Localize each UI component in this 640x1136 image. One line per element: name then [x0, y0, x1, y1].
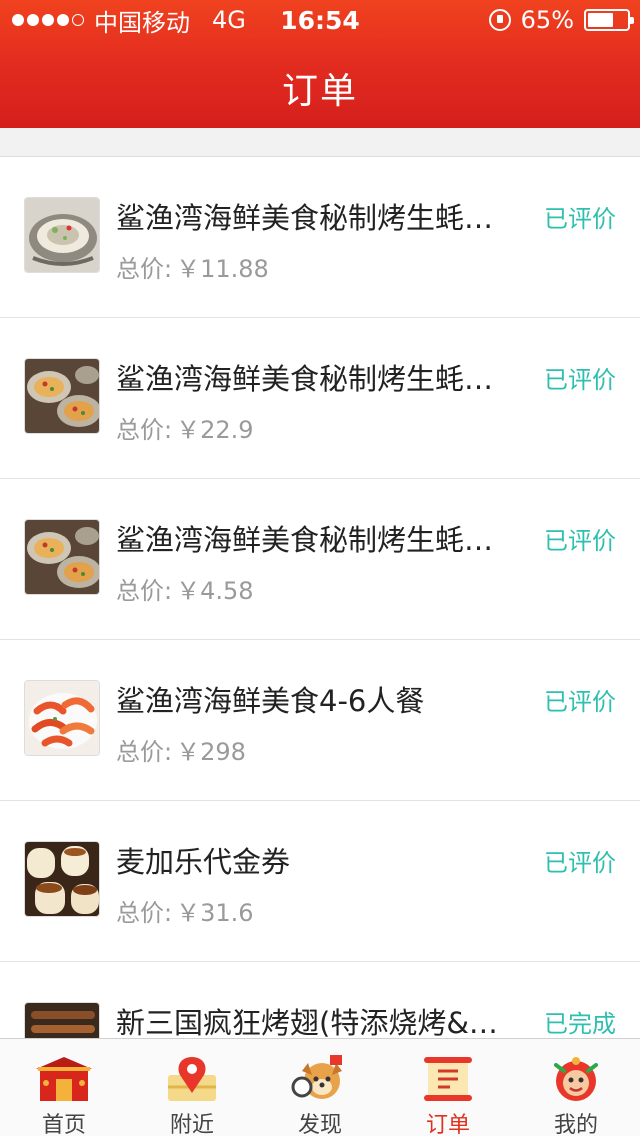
- order-row[interactable]: 新三国疯狂烤翅(特添烧烤&… 已完成: [0, 962, 640, 1038]
- price-label: 总价:: [116, 899, 173, 927]
- order-name[interactable]: 鲨渔湾海鲜美食秘制烤生蚝…: [116, 195, 520, 237]
- order-status-badge: 已评价: [544, 527, 616, 555]
- battery-level: [588, 13, 613, 27]
- order-thumbnail[interactable]: [24, 680, 100, 756]
- tab-scroll-order[interactable]: 订单: [384, 1039, 512, 1136]
- battery-icon: [584, 9, 634, 31]
- price-value: ￥4.58: [176, 577, 254, 605]
- order-price: 总价: ￥31.6: [116, 893, 254, 928]
- price-value: ￥298: [176, 738, 246, 766]
- tab-gate[interactable]: 首页: [0, 1039, 128, 1136]
- battery-percent: 65%: [520, 6, 574, 34]
- price-label: 总价:: [116, 577, 173, 605]
- rotation-lock-icon: [488, 9, 511, 31]
- tab-lion-mascot[interactable]: 我的: [512, 1039, 640, 1136]
- order-name[interactable]: 鲨渔湾海鲜美食秘制烤生蚝…: [116, 356, 520, 398]
- price-label: 总价:: [116, 416, 173, 444]
- order-status-badge: 已完成: [544, 1010, 616, 1038]
- bottom-tab-bar: 首页 附近 发现 订单 我的: [0, 1038, 640, 1136]
- order-row[interactable]: 鲨渔湾海鲜美食秘制烤生蚝… 总价: ￥11.88 已评价: [0, 157, 640, 318]
- order-thumbnail[interactable]: [24, 841, 100, 917]
- status-right: 65%: [488, 6, 634, 34]
- price-value: ￥11.88: [176, 255, 269, 283]
- status-bar: 中国移动 4G 16:54 65%: [0, 0, 640, 40]
- order-thumbnail[interactable]: [24, 1002, 100, 1038]
- order-status-badge: 已评价: [544, 849, 616, 877]
- order-thumbnail[interactable]: [24, 197, 100, 273]
- order-thumbnail[interactable]: [24, 358, 100, 434]
- price-value: ￥31.6: [176, 899, 254, 927]
- order-price: 总价: ￥4.58: [116, 571, 254, 606]
- price-label: 总价:: [116, 738, 173, 766]
- tab-label: 我的: [553, 1113, 598, 1136]
- tab-label: 首页: [41, 1113, 86, 1136]
- order-list[interactable]: 鲨渔湾海鲜美食秘制烤生蚝… 总价: ￥11.88 已评价 鲨渔湾海鲜美食秘制烤生蚝… 总价…: [0, 156, 640, 1038]
- tab-label: 发现: [297, 1113, 342, 1136]
- tab-label: 订单: [425, 1113, 470, 1136]
- page-title: 订单: [281, 71, 358, 112]
- order-thumbnail[interactable]: [24, 519, 100, 595]
- order-name[interactable]: 麦加乐代金券: [116, 839, 520, 881]
- order-name[interactable]: 鲨渔湾海鲜美食秘制烤生蚝…: [116, 517, 520, 559]
- tab-map-pin[interactable]: 附近: [128, 1039, 256, 1136]
- price-label: 总价:: [116, 255, 173, 283]
- order-name[interactable]: 新三国疯狂烤翅(特添烧烤&…: [116, 1000, 520, 1038]
- order-price: 总价: ￥11.88: [116, 249, 269, 284]
- tab-label: 附近: [169, 1113, 214, 1136]
- order-status-badge: 已评价: [544, 205, 616, 233]
- app-header: 中国移动 4G 16:54 65% 订单: [0, 0, 640, 128]
- order-name[interactable]: 鲨渔湾海鲜美食4-6人餐: [116, 678, 520, 720]
- order-row[interactable]: 鲨渔湾海鲜美食秘制烤生蚝… 总价: ￥22.9 已评价: [0, 318, 640, 479]
- order-row[interactable]: 鲨渔湾海鲜美食4-6人餐总价: ￥298 已评价: [0, 640, 640, 801]
- order-status-badge: 已评价: [544, 366, 616, 394]
- order-row[interactable]: 麦加乐代金券总价: ￥31.6 已评价: [0, 801, 640, 962]
- order-price: 总价: ￥22.9: [116, 410, 254, 445]
- order-price: 总价: ￥298: [116, 732, 246, 767]
- order-row[interactable]: 鲨渔湾海鲜美食秘制烤生蚝… 总价: ￥4.58 已评价: [0, 479, 640, 640]
- price-value: ￥22.9: [176, 416, 254, 444]
- order-status-badge: 已评价: [544, 688, 616, 716]
- tab-dog-explore[interactable]: 发现: [256, 1039, 384, 1136]
